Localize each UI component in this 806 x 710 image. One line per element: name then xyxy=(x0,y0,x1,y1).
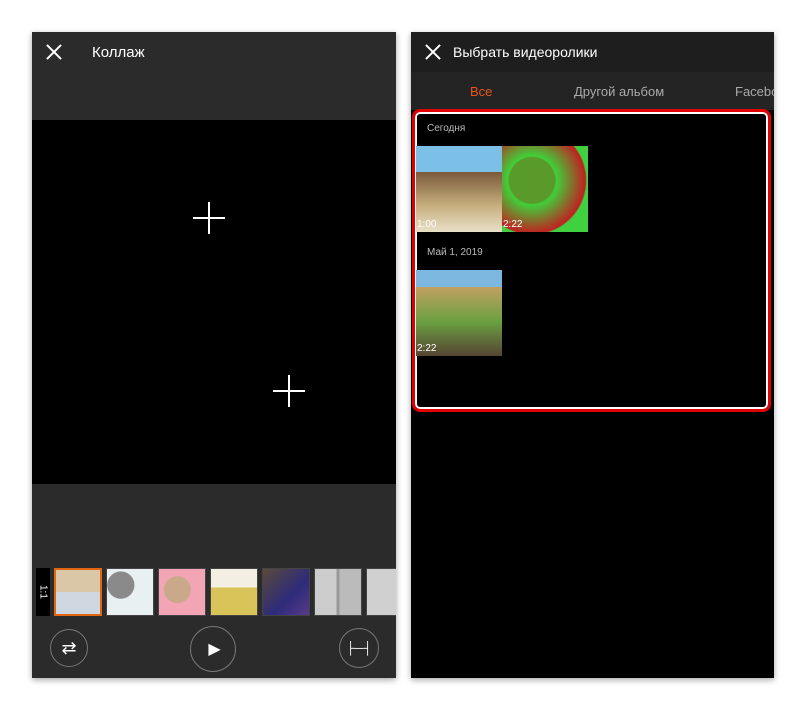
video-duration: 2:22 xyxy=(503,219,523,230)
close-icon[interactable] xyxy=(44,42,64,62)
template-thumb[interactable] xyxy=(158,568,206,616)
template-thumb[interactable] xyxy=(210,568,258,616)
template-thumb[interactable] xyxy=(366,568,396,616)
border-width-button[interactable]: ├─┤ xyxy=(339,628,379,668)
tab-all[interactable]: Все xyxy=(470,84,492,99)
collage-canvas[interactable] xyxy=(32,120,396,484)
template-thumb[interactable] xyxy=(54,568,102,616)
picker-header: Выбрать видеоролики xyxy=(411,32,774,72)
collage-header: Коллаж xyxy=(32,32,396,72)
section-label: Май 1, 2019 xyxy=(427,247,483,258)
play-button[interactable]: ▶ xyxy=(190,626,236,672)
video-duration: 2:22 xyxy=(417,343,437,354)
tab-facebook[interactable]: Facebook xyxy=(735,84,774,99)
video-thumb[interactable]: 2:22 xyxy=(502,146,588,232)
video-duration: 1:00 xyxy=(417,219,437,230)
swap-icon: ⇄ xyxy=(61,637,77,658)
template-thumb[interactable] xyxy=(314,568,362,616)
section-label: Сегодня xyxy=(427,123,466,134)
collage-screen: Коллаж 1:1 ⇄ ▶ ├─┤ xyxy=(32,32,396,678)
close-icon[interactable] xyxy=(423,42,443,62)
add-video-slot-2-icon[interactable] xyxy=(273,375,305,407)
add-video-slot-1-icon[interactable] xyxy=(193,202,225,234)
template-thumb[interactable] xyxy=(106,568,154,616)
swap-button[interactable]: ⇄ xyxy=(50,629,88,667)
video-thumb[interactable]: 1:00 xyxy=(416,146,502,232)
template-strip[interactable]: 1:1 xyxy=(36,568,396,616)
collage-title: Коллаж xyxy=(92,43,145,61)
picker-title: Выбрать видеоролики xyxy=(453,44,598,60)
template-thumb[interactable] xyxy=(262,568,310,616)
border-width-icon: ├─┤ xyxy=(346,641,372,655)
video-picker-screen: Выбрать видеоролики Все Другой альбом Fa… xyxy=(411,32,774,678)
album-tabs: Все Другой альбом Facebook xyxy=(411,72,774,110)
play-icon: ▶ xyxy=(208,641,221,658)
video-thumb[interactable]: 2:22 xyxy=(416,270,502,356)
tab-other-album[interactable]: Другой альбом xyxy=(574,84,664,99)
aspect-ratio-button[interactable]: 1:1 xyxy=(36,568,50,616)
